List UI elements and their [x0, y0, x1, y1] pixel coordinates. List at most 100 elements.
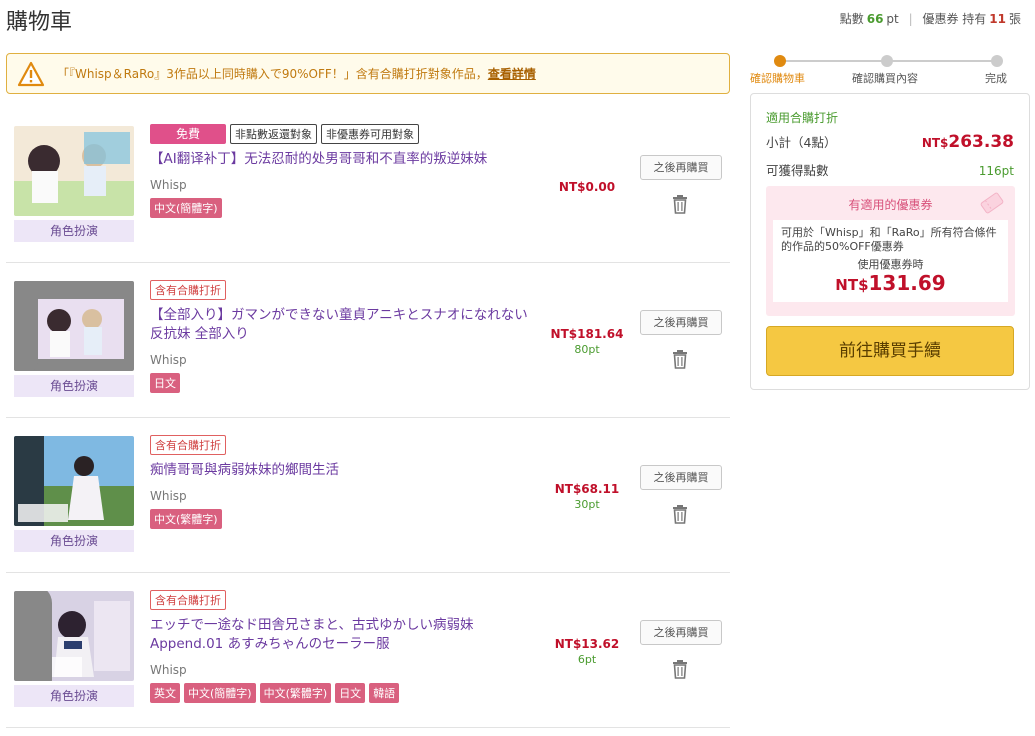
item-info: 免費 非點數返還對象 非優惠券可用對象 【AI翻译补丁】无法忍耐的处男哥哥和不直… [150, 124, 540, 218]
step-dot [991, 55, 1003, 67]
checkout-steps: 確認購物車 確認購買內容 完成 [750, 55, 1030, 85]
product-thumbnail[interactable] [14, 126, 134, 216]
points-row: 可獲得點數 116pt [766, 160, 1014, 179]
buy-later-button[interactable]: 之後再購買 [640, 465, 722, 490]
buy-later-button[interactable]: 之後再購買 [640, 620, 722, 645]
trash-icon[interactable] [671, 194, 689, 214]
subtotal-label: 小計（4點） [766, 135, 837, 150]
coupon-currency: NT$ [835, 276, 869, 294]
points-unit: pt [886, 12, 899, 26]
price-amount: NT$68.11 [554, 482, 620, 496]
subtotal-currency: NT$ [921, 136, 949, 150]
item-price: NT$0.00 [542, 180, 632, 194]
divider: | [908, 12, 913, 26]
step-line [892, 60, 996, 62]
language-tag: 中文(簡體字) [184, 683, 256, 703]
item-info: 含有合購打折 痴情哥哥與病弱妹妹的鄉間生活 Whisp 中文(繁體字) [150, 434, 540, 529]
language-tag: 日文 [150, 373, 180, 393]
cart-item: 角色扮演 免費 非點數返還對象 非優惠券可用對象 【AI翻译补丁】无法忍耐的处男… [6, 108, 730, 263]
language-tags: 日文 [150, 373, 540, 393]
language-tag: 英文 [150, 683, 180, 703]
buy-later-button[interactable]: 之後再購買 [640, 155, 722, 180]
bundle-discount-badge: 含有合購打折 [150, 590, 226, 610]
genre-label[interactable]: 角色扮演 [14, 530, 134, 552]
language-tag: 中文(繁體字) [259, 683, 332, 703]
cart-item: 角色扮演 含有合購打折 【全部入り】ガマンができない童貞アニキとスナオになれない… [6, 263, 730, 418]
subtotal-amount: NT$263.38 [922, 132, 1014, 152]
step-dot-active [774, 55, 786, 67]
price-amount: NT$0.00 [558, 180, 616, 194]
product-title[interactable]: 痴情哥哥與病弱妹妹的鄉間生活 [150, 461, 540, 480]
bundle-discount-badge: 含有合購打折 [150, 435, 226, 455]
notice-text: 「『Whisp＆RaRo』3作品以上同時購入で90%OFF！」含有合購打折對象作… [57, 67, 488, 81]
item-price: NT$13.62 6pt [542, 637, 632, 666]
free-badge: 免費 [150, 124, 227, 144]
cart-item: 角色扮演 含有合購打折 痴情哥哥與病弱妹妹的鄉間生活 Whisp 中文(繁體字)… [6, 418, 730, 573]
points-earned: 6pt [577, 653, 597, 666]
notice-details-link[interactable]: 查看詳情 [488, 65, 536, 82]
product-thumbnail[interactable] [14, 591, 134, 681]
genre-label[interactable]: 角色扮演 [14, 220, 134, 242]
maker-name[interactable]: Whisp [150, 353, 540, 367]
top-stats: 點數 66 pt | 優惠券 持有 11 張 [840, 10, 1021, 27]
subtotal-row: 小計（4點） NT$263.38 [766, 132, 1014, 152]
genre-label[interactable]: 角色扮演 [14, 375, 134, 397]
proceed-to-checkout-button[interactable]: 前往購買手續 [766, 326, 1014, 376]
points-earned: 30pt [574, 498, 600, 511]
language-tag: 中文(簡體字) [150, 198, 222, 218]
buy-later-button[interactable]: 之後再購買 [640, 310, 722, 335]
coupon-label[interactable]: 優惠券 持有 [922, 12, 986, 26]
step-label-confirm: 確認購買內容 [852, 72, 918, 85]
cart-list: 角色扮演 免費 非點數返還對象 非優惠券可用對象 【AI翻译补丁】无法忍耐的处男… [6, 108, 730, 728]
subtotal-value: 263.38 [948, 132, 1014, 152]
earn-points-label: 可獲得點數 [766, 163, 829, 178]
discount-notice: 「『Whisp＆RaRo』3作品以上同時購入で90%OFF！」含有合購打折對象作… [6, 53, 730, 94]
product-title[interactable]: エッチで一途なド田舎兄さまと、古式ゆかしい病弱妹 Append.01 あすみちゃ… [150, 616, 540, 654]
language-tags: 英文 中文(簡體字) 中文(繁體字) 日文 韓語 [150, 683, 540, 703]
blur-overlay [14, 281, 38, 371]
step-dot [881, 55, 893, 67]
language-tags: 中文(簡體字) [150, 198, 540, 218]
summary-heading: 適用合購打折 [766, 111, 839, 125]
coupon-price: NT$131.69 [781, 273, 1000, 294]
product-title[interactable]: 【AI翻译补丁】无法忍耐的处男哥哥和不直率的叛逆妹妹 [150, 150, 540, 169]
item-price: NT$181.64 80pt [542, 327, 632, 356]
no-coupon-badge: 非優惠券可用對象 [321, 124, 420, 144]
coupon-box: 有適用的優惠券 可用於「Whisp」和「RaRo」所有符合條件的作品的50%OF… [766, 186, 1015, 316]
trash-icon[interactable] [671, 504, 689, 524]
trash-icon[interactable] [671, 349, 689, 369]
genre-label[interactable]: 角色扮演 [14, 685, 134, 707]
price-amount: NT$13.62 [554, 637, 620, 651]
maker-name[interactable]: Whisp [150, 178, 540, 192]
points-value: 66 [866, 12, 884, 26]
step-label-done: 完成 [985, 72, 1007, 85]
product-title[interactable]: 【全部入り】ガマンができない童貞アニキとスナオになれない反抗妹 全部入り [150, 306, 540, 344]
trash-icon[interactable] [671, 659, 689, 679]
step-line [780, 60, 886, 62]
coupon-count[interactable]: 11 [989, 12, 1006, 26]
points-label: 點數 [839, 12, 864, 26]
maker-name[interactable]: Whisp [150, 489, 540, 503]
price-amount: NT$181.64 [550, 327, 624, 341]
bundle-discount-badge: 含有合購打折 [150, 280, 226, 300]
item-price: NT$68.11 30pt [542, 482, 632, 511]
coupon-use-label: 使用優惠券時 [857, 258, 924, 271]
no-points-badge: 非點數返還對象 [230, 124, 318, 144]
product-thumbnail[interactable] [14, 281, 134, 371]
product-thumbnail[interactable] [14, 436, 134, 526]
coupon-value: 131.69 [868, 271, 946, 295]
order-summary: 適用合購打折 小計（4點） NT$263.38 可獲得點數 116pt 有適用的… [750, 93, 1030, 390]
blur-overlay [14, 591, 52, 681]
coupon-detail: 可用於「Whisp」和「RaRo」所有符合條件的作品的50%OFF優惠券 使用優… [773, 220, 1008, 302]
earn-points-value: 116pt [978, 164, 1014, 178]
coupon-ticket-icon [980, 192, 1004, 214]
cart-item: 角色扮演 含有合購打折 エッチで一途なド田舎兄さまと、古式ゆかしい病弱妹 App… [6, 573, 730, 728]
language-tag: 中文(繁體字) [150, 509, 222, 529]
coupon-title: 有適用的優惠券 [848, 198, 933, 212]
points-earned: 80pt [574, 343, 600, 356]
warning-icon [17, 61, 45, 86]
item-info: 含有合購打折 エッチで一途なド田舎兄さまと、古式ゆかしい病弱妹 Append.0… [150, 589, 540, 703]
maker-name[interactable]: Whisp [150, 663, 540, 677]
coupon-description: 可用於「Whisp」和「RaRo」所有符合條件的作品的50%OFF優惠券 [781, 226, 997, 253]
language-tag: 韓語 [369, 683, 400, 703]
